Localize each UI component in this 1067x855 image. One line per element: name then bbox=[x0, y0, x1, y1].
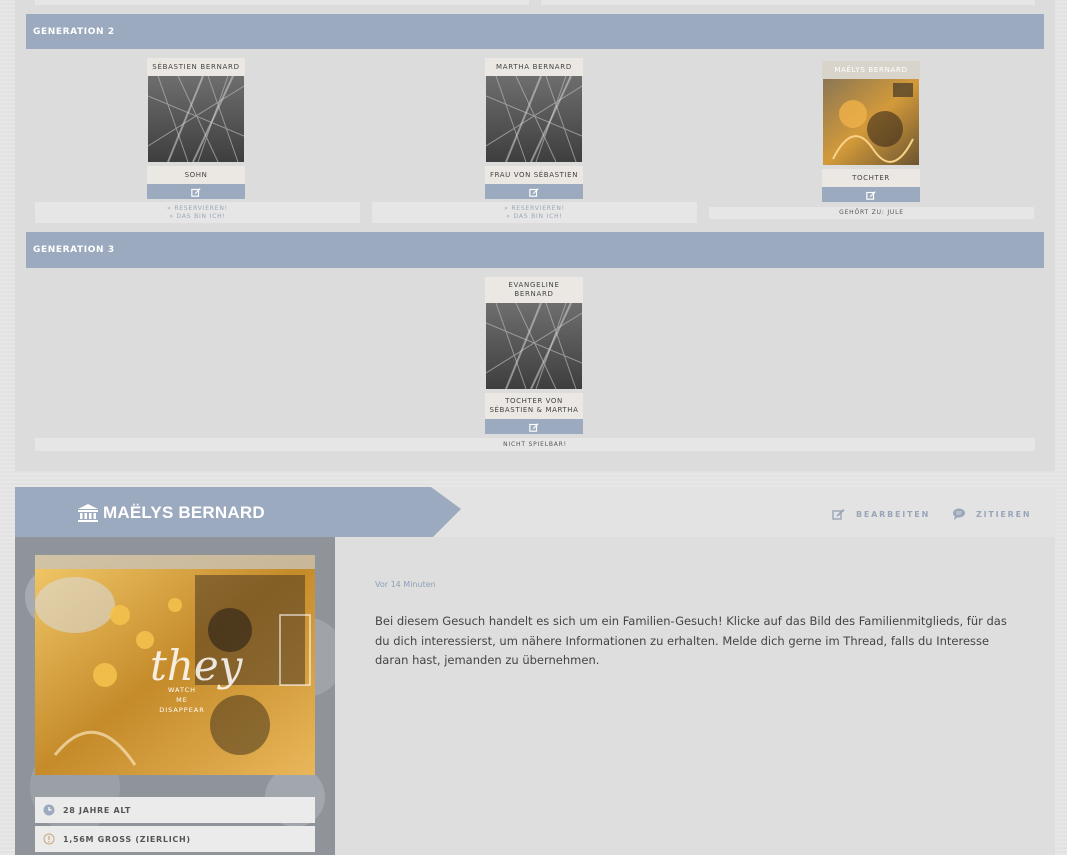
claim-link[interactable]: » DAS BIN ICH! bbox=[35, 213, 360, 221]
previous-row-bar bbox=[541, 0, 1035, 5]
edit-icon bbox=[191, 187, 201, 197]
status-box: » RESERVIEREN! » DAS BIN ICH! bbox=[372, 202, 697, 223]
info-row-height: 1,56M GROSS (ZIERLICH) bbox=[35, 826, 315, 852]
member-card[interactable]: SÉBASTIEN BERNARD SOHN bbox=[147, 58, 245, 199]
post-body bbox=[335, 537, 1055, 855]
owner-label: GEHÖRT ZU: JULE bbox=[839, 209, 904, 216]
post-timestamp: Vor 14 Minuten bbox=[375, 580, 436, 589]
quote-button[interactable]: ZITIEREN bbox=[952, 508, 1031, 520]
not-playable-label: NICHT SPIELBAR! bbox=[503, 440, 567, 448]
edit-icon bbox=[832, 509, 845, 520]
member-portrait[interactable] bbox=[823, 79, 919, 165]
edit-icon bbox=[866, 190, 876, 200]
generation-header: GENERATION 2 bbox=[26, 14, 1044, 49]
speech-bubble-icon bbox=[953, 508, 965, 520]
edit-button[interactable] bbox=[485, 419, 583, 434]
claim-link[interactable]: » DAS BIN ICH! bbox=[372, 213, 697, 221]
avatar[interactable]: they WATCH ME DISAPPEAR bbox=[35, 555, 315, 775]
edit-button[interactable] bbox=[147, 184, 245, 199]
age-text: 28 JAHRE ALT bbox=[63, 805, 132, 815]
member-card[interactable]: MAËLYS BERNARD TOCHTER bbox=[822, 61, 920, 202]
avatar-script-text: they bbox=[150, 641, 244, 690]
clock-icon bbox=[43, 804, 55, 816]
member-role: SOHN bbox=[147, 166, 245, 184]
edit-post-button[interactable]: BEARBEITEN bbox=[832, 508, 930, 520]
member-name: MAËLYS BERNARD bbox=[822, 61, 920, 79]
member-portrait[interactable] bbox=[485, 302, 583, 390]
reserve-link[interactable]: » RESERVIEREN! bbox=[372, 205, 697, 213]
avatar-caption: ME bbox=[176, 696, 188, 704]
alert-icon bbox=[43, 833, 55, 845]
status-box: » RESERVIEREN! » DAS BIN ICH! bbox=[35, 202, 360, 223]
member-role: TOCHTER VON SÉBASTIEN & MARTHA bbox=[485, 393, 583, 419]
member-name: EVANGELINE BERNARD bbox=[485, 277, 583, 303]
member-card[interactable]: MARTHA BERNARD FRAU VON SÉBASTIEN bbox=[485, 58, 583, 199]
edit-button[interactable] bbox=[822, 187, 920, 202]
post-title-text: MAËLYS BERNARD bbox=[103, 503, 265, 522]
avatar-caption: DISAPPEAR bbox=[159, 706, 205, 714]
status-box: NICHT SPIELBAR! bbox=[35, 438, 1035, 451]
bank-icon bbox=[78, 504, 98, 522]
member-role: TOCHTER bbox=[822, 169, 920, 187]
edit-button[interactable] bbox=[485, 184, 583, 199]
edit-icon bbox=[529, 187, 539, 197]
member-role: FRAU VON SÉBASTIEN bbox=[485, 166, 583, 184]
reserve-link[interactable]: » RESERVIEREN! bbox=[35, 205, 360, 213]
height-text: 1,56M GROSS (ZIERLICH) bbox=[63, 834, 191, 844]
status-box: GEHÖRT ZU: JULE bbox=[709, 207, 1034, 219]
member-portrait[interactable] bbox=[485, 75, 583, 163]
member-portrait[interactable] bbox=[147, 75, 245, 163]
avatar-caption: WATCH bbox=[168, 686, 196, 694]
previous-row-bar bbox=[35, 0, 529, 5]
edit-icon bbox=[529, 422, 539, 432]
post-text: Bei diesem Gesuch handelt es sich um ein… bbox=[375, 614, 1007, 667]
info-row-age: 28 JAHRE ALT bbox=[35, 797, 315, 823]
member-name: MARTHA BERNARD bbox=[485, 58, 583, 76]
member-name: SÉBASTIEN BERNARD bbox=[147, 58, 245, 76]
member-card[interactable]: EVANGELINE BERNARD TOCHTER VON SÉBASTIEN… bbox=[485, 277, 583, 434]
edit-label: BEARBEITEN bbox=[856, 509, 931, 519]
generation-header: GENERATION 3 bbox=[26, 232, 1044, 268]
quote-label: ZITIEREN bbox=[976, 509, 1032, 519]
post-title: MAËLYS BERNARD bbox=[78, 500, 265, 526]
